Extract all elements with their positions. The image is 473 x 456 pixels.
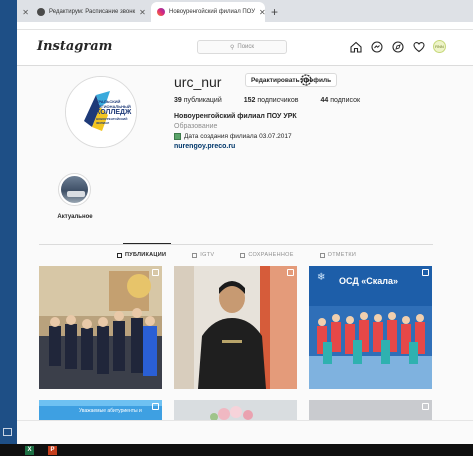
post-band	[39, 400, 162, 406]
posts-count: 39	[174, 97, 182, 104]
post-caption: Уважаемые абитуриенты и	[79, 408, 142, 414]
tab-label: ОТМЕТКИ	[327, 252, 357, 258]
posts-label: публикаций	[183, 97, 222, 104]
profile-tabs: ПУБЛИКАЦИИ IGTV СОХРАНЕННОЕ ОТМЕТКИ	[117, 252, 356, 258]
highlight-cover	[61, 176, 88, 203]
profile-username: urc_nur	[174, 74, 222, 90]
multi-post-icon	[152, 403, 159, 410]
following-count: 44	[320, 97, 329, 104]
followers-count: 152	[243, 97, 256, 104]
tab-label: СОХРАНЕННОЕ	[248, 252, 294, 258]
post-flowers[interactable]	[174, 400, 297, 420]
highlight-circle[interactable]	[58, 173, 91, 206]
profile-picture[interactable]: УРАЛЬСКИЙ РЕГИОНАЛЬНЫЙ КОЛЛЕДЖ НОВОУРЕНГ…	[65, 76, 137, 148]
tab-tagged[interactable]: ОТМЕТКИ	[319, 252, 357, 258]
browser-tab-schedule[interactable]: Редактирум: Расписание звонк ✕	[31, 2, 151, 22]
followers-label: подписчиков	[257, 97, 299, 104]
settings-gear-icon[interactable]	[299, 73, 313, 87]
browser-tab-instagram[interactable]: Новоуренгойский филиал ПОУ ✕	[151, 2, 266, 22]
multi-post-icon	[152, 269, 159, 276]
highlight-label: Актуальное	[57, 214, 93, 220]
tab-title: Редактирум: Расписание звонк	[49, 9, 136, 15]
post-student-portrait[interactable]	[174, 266, 297, 389]
profile-created: Дата создания филиала 03.07.2017	[174, 133, 292, 140]
close-icon[interactable]: ✕	[139, 8, 146, 17]
followers-stat[interactable]: 152 подписчиков	[244, 97, 299, 104]
logo-line: НОВОУРЕНГОЙСКИЙ ФИЛИАЛ	[96, 117, 128, 125]
tab-title: Новоуренгойский филиал ПОУ	[169, 9, 256, 15]
following-stat[interactable]: 44 подписок	[320, 97, 360, 104]
tab-publications[interactable]: ПУБЛИКАЦИИ	[117, 252, 166, 258]
logo-line: КОЛЛЕДЖ	[96, 109, 132, 116]
page-bottom	[17, 420, 473, 444]
profile-stats: 39 публикаций 152 подписчиков 44 подписо…	[174, 97, 360, 104]
post-osd-skala[interactable]: ❄ ОСД «Скала»	[309, 266, 432, 389]
post-gray[interactable]	[309, 400, 432, 420]
post-title: ОСД «Скала»	[339, 276, 399, 286]
profile-category: Образование	[174, 123, 218, 130]
posts-stat: 39 публикаций	[174, 97, 222, 104]
search-icon: ⚲	[229, 44, 235, 51]
instagram-icon	[157, 8, 165, 16]
tv-icon	[192, 252, 198, 258]
post-abiturients[interactable]: Уважаемые абитуриенты и	[39, 400, 162, 420]
window-icon	[3, 428, 12, 436]
tag-icon	[319, 252, 325, 258]
profile-avatar[interactable]: RNN	[433, 40, 446, 53]
bookmark-icon	[240, 252, 246, 258]
created-text: Дата создания филиала 03.07.2017	[184, 133, 292, 140]
tab-label: ПУБЛИКАЦИИ	[125, 252, 167, 258]
browser-window: ✕ Редактирум: Расписание звонк ✕ Новоуре…	[17, 0, 473, 456]
multi-post-icon	[422, 403, 429, 410]
active-tab-indicator	[123, 243, 171, 244]
browser-tab-prev[interactable]: ✕	[17, 2, 31, 22]
address-strip	[17, 22, 473, 30]
search-input[interactable]: ⚲ Поиск	[197, 40, 287, 54]
college-logo-text: УРАЛЬСКИЙ РЕГИОНАЛЬНЫЙ КОЛЛЕДЖ НОВОУРЕНГ…	[96, 99, 136, 125]
post-group-photo[interactable]	[39, 266, 162, 389]
heart-icon[interactable]	[412, 40, 425, 53]
profile-link[interactable]: nurengoy.preco.ru	[174, 143, 235, 150]
instagram-logo[interactable]: Instagram	[37, 39, 112, 54]
taskbar	[0, 444, 473, 456]
messenger-icon[interactable]	[370, 40, 383, 53]
desktop-edge	[0, 0, 17, 456]
search-placeholder: Поиск	[237, 44, 255, 50]
profile-full-name: Новоуренгойский филиал ПОУ УРК	[174, 113, 297, 120]
car-shape	[67, 191, 85, 197]
tab-igtv[interactable]: IGTV	[192, 252, 214, 258]
new-tab-button[interactable]: +	[265, 2, 284, 22]
edit-profile-button[interactable]: Редактировать профиль	[245, 73, 338, 87]
instagram-header: Instagram ⚲ Поиск RNN	[17, 30, 473, 66]
svg-text:❄: ❄	[317, 272, 325, 283]
powerpoint-icon[interactable]: P	[48, 446, 57, 455]
tab-saved[interactable]: СОХРАНЕННОЕ	[240, 252, 293, 258]
excel-icon[interactable]: X	[25, 446, 34, 455]
tabs-divider	[39, 244, 433, 245]
explore-icon[interactable]	[391, 40, 404, 53]
grid-icon	[117, 252, 122, 258]
nav-icons: RNN	[349, 40, 446, 53]
globe-icon	[37, 8, 45, 16]
tab-label: IGTV	[200, 252, 215, 258]
following-label: подписок	[330, 97, 361, 104]
home-icon[interactable]	[349, 40, 362, 53]
multi-post-icon	[422, 269, 429, 276]
calendar-icon	[174, 133, 181, 140]
close-icon[interactable]: ✕	[22, 8, 29, 17]
tab-bar: ✕ Редактирум: Расписание звонк ✕ Новоуре…	[17, 0, 473, 22]
multi-post-icon	[287, 269, 294, 276]
